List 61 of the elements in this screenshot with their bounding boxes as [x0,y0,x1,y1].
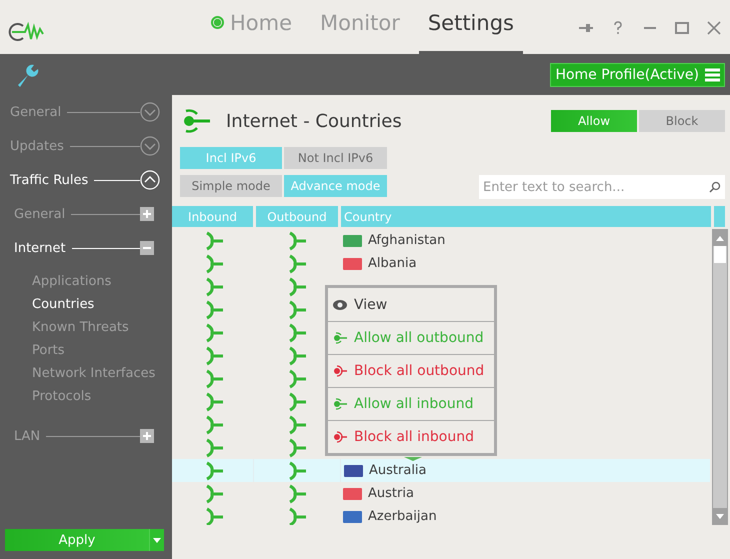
country-name: Austria [368,486,414,501]
close-icon[interactable] [706,20,722,36]
column-header[interactable]: Outbound [256,206,338,227]
menu-item[interactable]: View [328,288,494,321]
sidebar-item[interactable]: Traffic Rules [10,172,88,188]
allow-icon [332,398,348,410]
block-icon [332,365,348,377]
country-name: Azerbaijan [368,509,437,524]
eye-icon [332,298,348,310]
country-name: Afghanistan [368,233,446,248]
menu-item[interactable]: Allow all outbound [328,321,494,354]
expand-icon[interactable] [140,136,160,156]
pointer-icon [404,457,422,461]
plus-icon[interactable] [140,207,154,221]
sidebar-item[interactable]: Countries [32,297,94,312]
scroll-thumb[interactable] [714,246,726,263]
column-header[interactable]: Inbound [172,206,253,227]
allow-icon [332,332,348,344]
scrollbar[interactable] [712,229,728,525]
scroll-down-icon[interactable] [716,514,724,518]
filter-toggle[interactable]: Incl IPv6 [180,147,282,169]
minus-icon[interactable] [140,241,154,255]
sidebar-item[interactable]: General [14,206,66,222]
filter-toggle[interactable]: Not Incl IPv6 [284,147,387,169]
menu-icon [705,68,720,82]
nav-tab[interactable]: Monitor [311,0,409,54]
maximize-icon[interactable] [674,20,690,36]
sidebar-item[interactable]: Network Interfaces [32,366,156,381]
sidebar-item[interactable]: Internet [14,240,66,256]
menu-item[interactable]: Block all inbound [328,420,494,453]
apply-button[interactable]: Apply [5,529,149,551]
nav-tab[interactable]: Home [202,0,302,54]
column-header[interactable]: Country [341,206,711,227]
policy-toggle[interactable]: Block [639,110,725,132]
sidebar-item[interactable]: Ports [32,343,65,358]
policy-toggle[interactable]: Allow [551,110,637,132]
dropdown-button[interactable] [149,529,164,551]
sidebar-item[interactable]: LAN [14,428,40,444]
expand-icon[interactable] [140,102,160,122]
scroll-up-icon[interactable] [716,236,724,240]
sidebar-item[interactable]: General [10,104,62,120]
search-field[interactable]: Enter text to search... [479,175,725,199]
caret-icon [153,538,161,542]
sidebar-item[interactable]: Known Threats [32,320,129,335]
collapse-icon[interactable] [140,170,160,190]
sidebar-item[interactable]: Protocols [32,389,92,404]
menu-item[interactable]: Allow all inbound [328,387,494,420]
sidebar-item[interactable]: Updates [10,138,64,154]
search-icon [709,181,721,193]
block-icon [332,431,348,443]
profile-button[interactable]: Home Profile(Active) [550,62,725,86]
sidebar-item[interactable]: Applications [32,274,112,289]
menu-item[interactable]: Block all outbound [328,354,494,387]
country-name: Albania [368,256,417,271]
plus-icon[interactable] [140,429,154,443]
page-title: Internet - Countries [226,110,402,132]
country-name: Australia [369,463,427,478]
mode-toggle[interactable]: Simple mode [180,175,282,197]
mode-toggle[interactable]: Advance mode [284,175,387,197]
profile-label: Home Profile(Active) [555,66,699,82]
header-corner [714,206,725,227]
